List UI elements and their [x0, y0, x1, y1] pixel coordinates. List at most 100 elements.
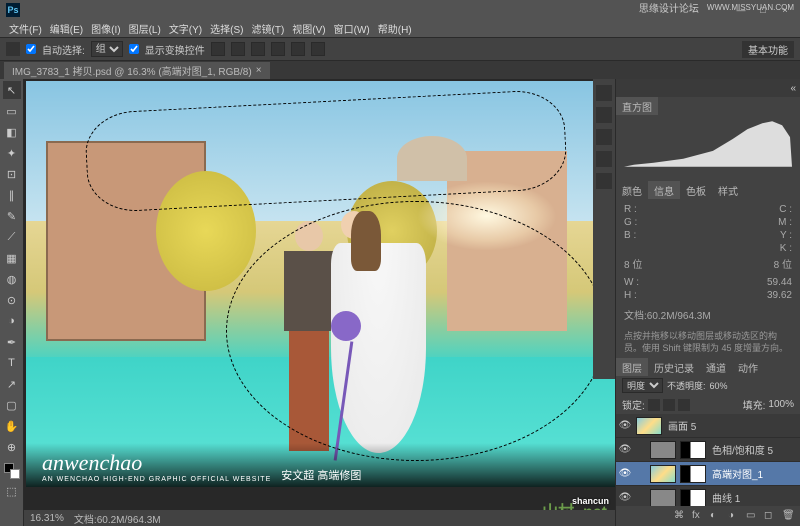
toolbox: ↖ ▭ ◧ ✦ ⊡ ∥ ✎ ⟋ ▦ ◍ ⊙ ◑ ✒ T ↗ ▢ ✋ ⊕ ⬚: [0, 79, 24, 526]
fill-value[interactable]: 100%: [768, 399, 794, 410]
dodge-tool[interactable]: ◑: [3, 312, 21, 330]
document-tab-bar: IMG_3783_1 拷贝.psd @ 16.3% (高端对图_1, RGB/8…: [0, 61, 800, 79]
tab-layers[interactable]: 图层: [616, 358, 648, 377]
menu-window[interactable]: 窗口(W): [331, 21, 373, 36]
close-tab-icon[interactable]: ×: [256, 65, 262, 76]
visibility-eye-icon[interactable]: 👁: [616, 420, 634, 431]
workspace-switcher[interactable]: 基本功能: [742, 41, 794, 58]
info-tabs: 颜色 信息 色板 样式: [616, 181, 800, 199]
visibility-eye-icon[interactable]: 👁: [616, 468, 634, 479]
layer-mask-thumbnail[interactable]: [680, 465, 706, 483]
tab-histogram[interactable]: 直方图: [616, 97, 658, 116]
zoom-tool[interactable]: ⊕: [3, 438, 21, 456]
mask-icon[interactable]: ◐: [710, 510, 722, 522]
visibility-eye-icon[interactable]: 👁: [616, 444, 634, 455]
collapse-icon[interactable]: «: [790, 83, 796, 94]
align-icon[interactable]: [251, 42, 265, 56]
lock-pixels-icon[interactable]: [648, 399, 660, 411]
eyedropper-tool[interactable]: ∥: [3, 186, 21, 204]
adjustment-icon[interactable]: ◑: [728, 510, 740, 522]
panel-icon[interactable]: [596, 129, 612, 145]
title-overlay: 思缘设计论坛 WWW.MISSYUAN.COM: [639, 0, 794, 15]
magic-wand-tool[interactable]: ✦: [3, 144, 21, 162]
layer-thumbnail[interactable]: [650, 489, 676, 506]
tab-color[interactable]: 颜色: [616, 181, 648, 200]
layer-thumbnail[interactable]: [636, 417, 662, 435]
show-transform-label: 显示变换控件: [145, 42, 205, 57]
layer-row[interactable]: 👁 画面 5: [616, 414, 800, 438]
trash-icon[interactable]: 🗑: [782, 510, 794, 522]
align-icon[interactable]: [231, 42, 245, 56]
menu-image[interactable]: 图像(I): [88, 21, 123, 36]
align-icon[interactable]: [211, 42, 225, 56]
lock-position-icon[interactable]: [663, 399, 675, 411]
show-transform-checkbox[interactable]: [129, 44, 139, 54]
layer-row[interactable]: 👁 曲线 1: [616, 486, 800, 506]
selection-marquee: [226, 201, 606, 461]
tab-history[interactable]: 历史记录: [648, 358, 700, 377]
stamp-tool[interactable]: ▦: [3, 249, 21, 267]
healing-tool[interactable]: ⟋: [3, 228, 21, 246]
menu-help[interactable]: 帮助(H): [375, 21, 415, 36]
align-icon[interactable]: [311, 42, 325, 56]
lasso-tool[interactable]: ◧: [3, 123, 21, 141]
layer-name[interactable]: 画面 5: [668, 418, 696, 433]
layer-name[interactable]: 曲线 1: [712, 490, 740, 505]
blend-mode-dropdown[interactable]: 明度: [622, 378, 663, 393]
type-tool[interactable]: T: [3, 354, 21, 372]
layer-thumbnail[interactable]: [650, 465, 676, 483]
panel-icon[interactable]: [596, 151, 612, 167]
tab-info[interactable]: 信息: [648, 181, 680, 200]
menu-select[interactable]: 选择(S): [207, 21, 246, 36]
quickmask-toggle[interactable]: ⬚: [3, 482, 21, 500]
menu-layer[interactable]: 图层(L): [126, 21, 164, 36]
collapsed-panel-dock: [593, 79, 615, 379]
link-layers-icon[interactable]: ⌘: [674, 510, 686, 522]
lock-all-icon[interactable]: [678, 399, 690, 411]
fx-icon[interactable]: fx: [692, 510, 704, 522]
brush-tool[interactable]: ✎: [3, 207, 21, 225]
shape-tool[interactable]: ▢: [3, 396, 21, 414]
visibility-eye-icon[interactable]: 👁: [616, 492, 634, 503]
layer-name[interactable]: 色相/饱和度 5: [712, 442, 773, 457]
new-layer-icon[interactable]: ◻: [764, 510, 776, 522]
menu-edit[interactable]: 编辑(E): [47, 21, 86, 36]
panel-icon[interactable]: [596, 107, 612, 123]
color-swatches[interactable]: [4, 463, 20, 479]
layer-thumbnail[interactable]: [650, 441, 676, 459]
tab-style[interactable]: 样式: [712, 181, 744, 200]
menu-view[interactable]: 视图(V): [289, 21, 328, 36]
document-tab[interactable]: IMG_3783_1 拷贝.psd @ 16.3% (高端对图_1, RGB/8…: [4, 62, 270, 79]
gradient-tool[interactable]: ◍: [3, 270, 21, 288]
menu-file[interactable]: 文件(F): [6, 21, 45, 36]
zoom-level[interactable]: 16.31%: [30, 513, 64, 524]
tab-swatch[interactable]: 色板: [680, 181, 712, 200]
group-icon[interactable]: ▭: [746, 510, 758, 522]
auto-select-checkbox[interactable]: [26, 44, 36, 54]
panel-icon[interactable]: [596, 85, 612, 101]
layer-row[interactable]: 👁 高端对图_1: [616, 462, 800, 486]
layer-mask-thumbnail[interactable]: [680, 489, 706, 506]
pen-tool[interactable]: ✒: [3, 333, 21, 351]
align-icon[interactable]: [271, 42, 285, 56]
panel-icon[interactable]: [596, 173, 612, 189]
align-icon[interactable]: [291, 42, 305, 56]
layers-tabs: 图层 历史记录 通道 动作: [616, 358, 800, 376]
document-canvas[interactable]: anwenchao AN WENCHAO HIGH-END GRAPHIC OF…: [26, 81, 615, 487]
tab-channels[interactable]: 通道: [700, 358, 732, 377]
layer-mask-thumbnail[interactable]: [680, 441, 706, 459]
opacity-value[interactable]: 60%: [710, 381, 728, 391]
move-tool[interactable]: ↖: [3, 81, 21, 99]
layer-name[interactable]: 高端对图_1: [712, 466, 763, 481]
tab-actions[interactable]: 动作: [732, 358, 764, 377]
path-tool[interactable]: ↗: [3, 375, 21, 393]
blur-tool[interactable]: ⊙: [3, 291, 21, 309]
layer-row[interactable]: 👁 色相/饱和度 5: [616, 438, 800, 462]
marquee-tool[interactable]: ▭: [3, 102, 21, 120]
hand-tool[interactable]: ✋: [3, 417, 21, 435]
menu-type[interactable]: 文字(Y): [166, 21, 205, 36]
auto-select-dropdown[interactable]: 组: [91, 41, 123, 57]
menu-filter[interactable]: 滤镜(T): [249, 21, 288, 36]
layer-blend-row: 明度 不透明度: 60%: [616, 376, 800, 395]
crop-tool[interactable]: ⊡: [3, 165, 21, 183]
